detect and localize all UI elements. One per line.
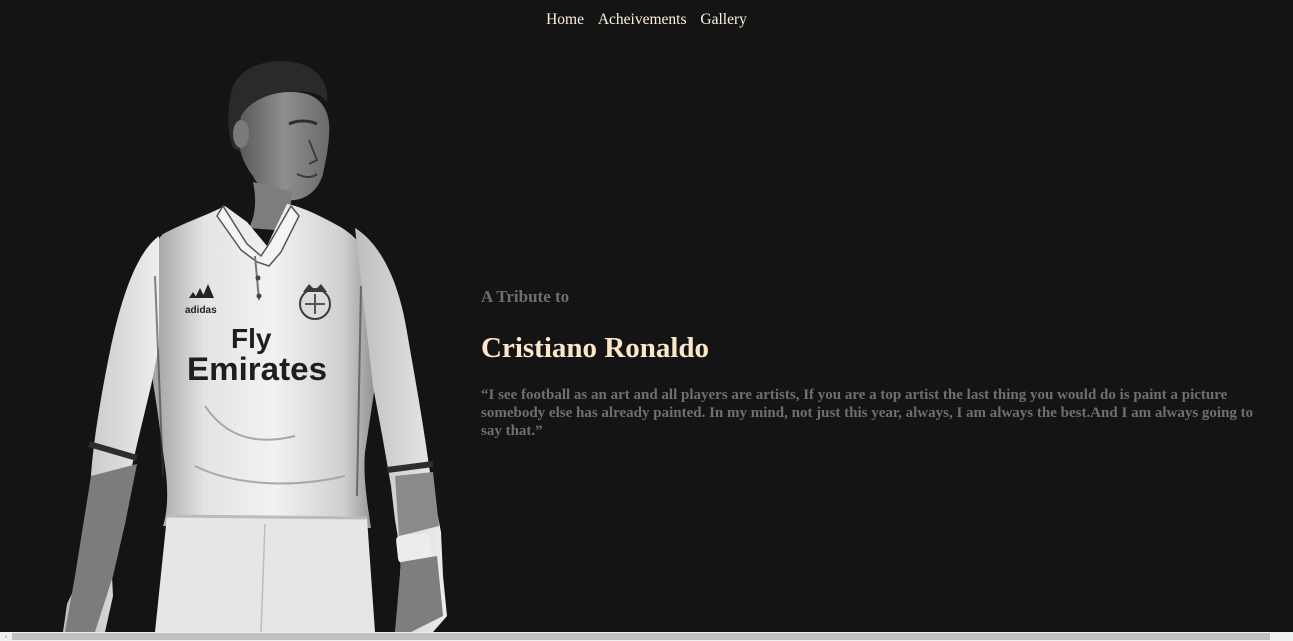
scrollbar-thumb[interactable] bbox=[12, 633, 1270, 640]
hero-section: A Tribute to Cristiano Ronaldo “I see fo… bbox=[481, 286, 1261, 440]
nav-link-home[interactable]: Home bbox=[546, 11, 584, 28]
svg-text:Emirates: Emirates bbox=[187, 351, 327, 387]
nav-link-gallery[interactable]: Gallery bbox=[700, 11, 746, 28]
svg-text:Fly: Fly bbox=[231, 323, 272, 354]
top-nav: Home Acheivements Gallery bbox=[0, 11, 1293, 29]
horizontal-scrollbar[interactable]: ‹ bbox=[0, 632, 1293, 641]
player-photo: adidas Fly Emirates bbox=[63, 61, 447, 632]
hero-quote: “I see football as an art and all player… bbox=[481, 387, 1254, 439]
page: Home Acheivements Gallery adidas Fly Emi… bbox=[0, 0, 1293, 641]
nav-link-achievements[interactable]: Acheivements bbox=[598, 11, 687, 28]
hero-subtitle: A Tribute to bbox=[481, 287, 570, 306]
svg-text:adidas: adidas bbox=[185, 305, 217, 316]
scroll-left-arrow-icon[interactable]: ‹ bbox=[0, 632, 12, 641]
hero-title: Cristiano Ronaldo bbox=[481, 332, 710, 364]
